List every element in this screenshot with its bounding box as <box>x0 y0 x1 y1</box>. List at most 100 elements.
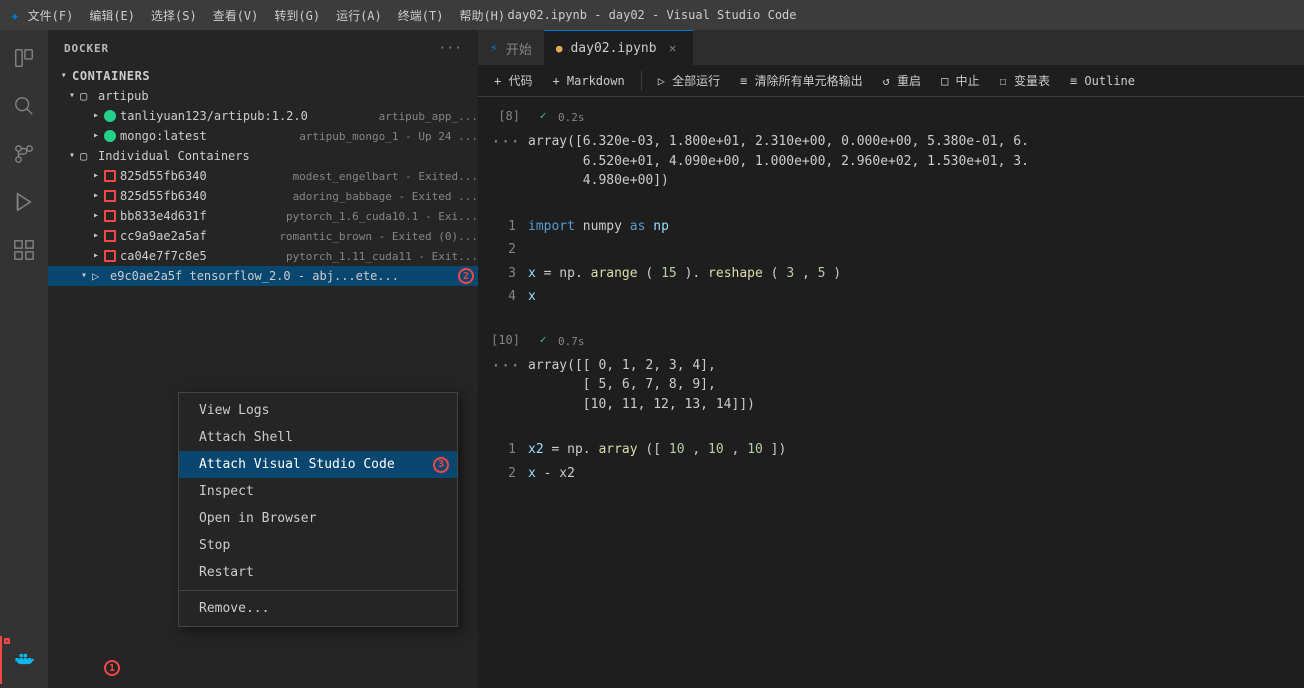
code2-content-2: x - x2 <box>528 464 1304 484</box>
containers-section[interactable]: CONTAINERS <box>48 66 478 86</box>
tab-notebook-label: day02.ipynb <box>570 41 656 56</box>
container-tanliyuan[interactable]: tanliyuan123/artipub:1.2.0 artipub_app_.… <box>48 106 478 126</box>
group-artipub[interactable]: ▢ artipub <box>48 86 478 106</box>
context-menu-attach-shell[interactable]: Attach Shell <box>179 424 457 451</box>
container-chevron <box>88 128 104 144</box>
container-bb83[interactable]: bb833e4d631f pytorch_1.6_cuda10.1 - Exi.… <box>48 206 478 226</box>
sidebar-title: DOCKER <box>64 42 109 55</box>
code-paren2: ( <box>771 266 779 281</box>
activity-extensions[interactable] <box>0 226 48 274</box>
restart-button[interactable]: ↺ 重启 <box>875 70 929 91</box>
group-individual[interactable]: ▢ Individual Containers <box>48 146 478 166</box>
stopped-status-icon <box>104 170 116 182</box>
context-menu-restart[interactable]: Restart <box>179 559 457 586</box>
variables-button[interactable]: ☐ 变量表 <box>992 70 1058 91</box>
containers-label: CONTAINERS <box>72 69 150 83</box>
context-menu-view-logs[interactable]: View Logs <box>179 397 457 424</box>
menu-file[interactable]: 文件(F) <box>28 7 74 24</box>
output-10-line-1: array([[ 0, 1, 2, 3, 4], <box>528 356 1304 376</box>
menu-help[interactable]: 帮助(H) <box>459 7 505 24</box>
annotation-3: 3 <box>433 457 449 473</box>
cell-8-status: [8] ✓ 0.2s <box>478 105 1304 128</box>
line-num-3: 3 <box>478 264 528 284</box>
sidebar-header: DOCKER ··· <box>48 30 478 66</box>
code2-content-1: x2 = np. array ([ 10 , 10 , 10 ]) <box>528 440 1304 460</box>
toolbar-sep-1 <box>641 71 642 91</box>
container-name: 825d55fb6340 <box>120 169 289 183</box>
container-name: ca04e7f7c8e5 <box>120 249 282 263</box>
code-line-3: 3 x = np. arange ( 15 ). reshape ( 3 , 5… <box>478 262 1304 286</box>
line-num-2: 2 <box>478 240 528 260</box>
activity-source-control[interactable] <box>0 130 48 178</box>
welcome-icon: ⚡ <box>490 41 498 56</box>
activity-search[interactable] <box>0 82 48 130</box>
line2-num-1: 1 <box>478 440 528 460</box>
code2-line-2: 2 x - x2 <box>478 462 1304 486</box>
context-menu-separator <box>179 590 457 591</box>
line2-num-2: 2 <box>478 464 528 484</box>
outline-button[interactable]: ≡ Outline <box>1062 72 1143 90</box>
notebook-toolbar: + 代码 + Markdown ▷ 全部运行 ≡ 清除所有单元格输出 ↺ 重启 … <box>478 65 1304 97</box>
output-dots: ··· <box>478 132 528 151</box>
cell-10-number: [10] <box>478 333 528 347</box>
menu-view[interactable]: 查看(V) <box>213 7 259 24</box>
output-line-2: 6.520e+01, 4.090e+00, 1.000e+00, 2.960e+… <box>528 152 1304 172</box>
container-825d-2[interactable]: 825d55fb6340 adoring_babbage - Exited ..… <box>48 186 478 206</box>
menu-goto[interactable]: 转到(G) <box>274 7 320 24</box>
fn-arange: arange <box>591 266 638 281</box>
tab-welcome[interactable]: ⚡ 开始 <box>478 30 544 65</box>
context-menu-stop[interactable]: Stop <box>179 532 457 559</box>
line-num-4: 4 <box>478 287 528 307</box>
context-menu-attach-vscode[interactable]: Attach Visual Studio Code 3 <box>179 451 457 478</box>
output-10-line-3: [10, 11, 12, 13, 14]]) <box>528 395 1304 415</box>
menu-run[interactable]: 运行(A) <box>336 7 382 24</box>
code-line-2: 2 <box>478 238 1304 262</box>
var-x: x <box>528 266 536 281</box>
group-icon: ▢ <box>80 89 94 103</box>
container-e9c0-highlighted[interactable]: ▷ e9c0ae2a5f tensorflow_2.0 - abj...ete.… <box>48 266 478 286</box>
var-np: np <box>645 219 668 234</box>
output-dots-2: ··· <box>478 356 528 375</box>
clear-output-button[interactable]: ≡ 清除所有单元格输出 <box>732 70 870 91</box>
container-chevron <box>88 248 104 264</box>
container-ca04[interactable]: ca04e7f7c8e5 pytorch_1.11_cuda11 - Exit.… <box>48 246 478 266</box>
annotation-2: 2 <box>458 268 474 284</box>
context-menu-remove[interactable]: Remove... <box>179 595 457 622</box>
context-menu-inspect[interactable]: Inspect <box>179 478 457 505</box>
code-content-4: x <box>528 287 1304 307</box>
add-markdown-button[interactable]: + Markdown <box>544 72 632 90</box>
container-name: tanliyuan123/artipub:1.2.0 <box>120 109 375 123</box>
stop-button[interactable]: □ 中止 <box>933 70 987 91</box>
output-line-1: array([6.320e-03, 1.800e+01, 2.310e+00, … <box>528 132 1304 152</box>
container-cc9a[interactable]: cc9a9ae2a5af romantic_brown - Exited (0)… <box>48 226 478 246</box>
activity-run-debug[interactable] <box>0 178 48 226</box>
menu-select[interactable]: 选择(S) <box>151 7 197 24</box>
tab-close-button[interactable]: ✕ <box>665 40 681 56</box>
activity-docker[interactable]: 1 <box>0 636 48 684</box>
context-menu-open-browser[interactable]: Open in Browser <box>179 505 457 532</box>
stopped-status-icon <box>104 190 116 202</box>
sidebar-more-button[interactable]: ··· <box>439 41 462 56</box>
activity-explorer[interactable] <box>0 34 48 82</box>
containers-chevron <box>56 68 72 84</box>
add-code-button[interactable]: + 代码 <box>486 70 540 91</box>
output-text-10: array([[ 0, 1, 2, 3, 4], [ 5, 6, 7, 8, 9… <box>528 356 1304 415</box>
container-825d-1[interactable]: 825d55fb6340 modest_engelbart - Exited..… <box>48 166 478 186</box>
num-10-2: 10 <box>708 442 724 457</box>
code-text: numpy <box>575 219 630 234</box>
group-name: Individual Containers <box>98 149 478 163</box>
fn-array: array <box>598 442 637 457</box>
tab-notebook[interactable]: ● day02.ipynb ✕ <box>544 30 693 65</box>
num-10-3: 10 <box>747 442 763 457</box>
line-num-1: 1 <box>478 217 528 237</box>
menu-edit[interactable]: 编辑(E) <box>89 7 135 24</box>
container-mongo[interactable]: mongo:latest artipub_mongo_1 - Up 24 ... <box>48 126 478 146</box>
container-name: cc9a9ae2a5af <box>120 229 275 243</box>
code2-line-1: 1 x2 = np. array ([ 10 , 10 , 10 ]) <box>478 438 1304 462</box>
container-sub: adoring_babbage - Exited ... <box>293 190 478 203</box>
container-name: e9c0ae2a5f tensorflow_2.0 - abj...ete... <box>110 269 478 283</box>
container-sub: artipub_app_... <box>379 110 478 123</box>
run-all-button[interactable]: ▷ 全部运行 <box>650 70 728 91</box>
menu-terminal[interactable]: 终端(T) <box>398 7 444 24</box>
code-paren: ( <box>645 266 653 281</box>
